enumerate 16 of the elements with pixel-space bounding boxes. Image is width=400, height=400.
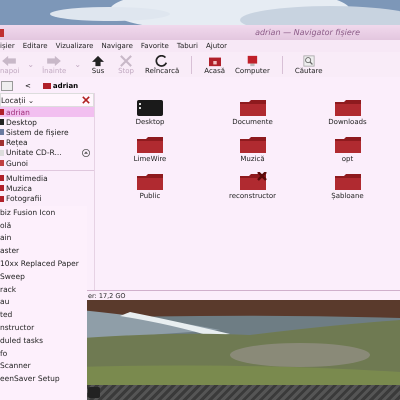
desktop-icon — [135, 98, 165, 118]
eject-icon[interactable] — [82, 148, 90, 157]
window-title: adrian — Navigator fișiere — [255, 28, 360, 37]
back-arrow-icon — [0, 54, 18, 66]
close-icon[interactable] — [82, 96, 90, 104]
window-icon — [0, 28, 4, 36]
folder-icon — [332, 172, 362, 192]
folder-icon — [332, 135, 362, 155]
folder-icon — [135, 135, 165, 155]
forward-arrow-icon — [45, 54, 64, 66]
folder-icon — [238, 135, 268, 155]
broken-folder-icon — [238, 172, 268, 192]
folder-icon — [135, 172, 165, 192]
folder-icon — [238, 98, 268, 118]
location-toggle-icon[interactable] — [1, 80, 13, 90]
folder-icon — [332, 98, 362, 118]
